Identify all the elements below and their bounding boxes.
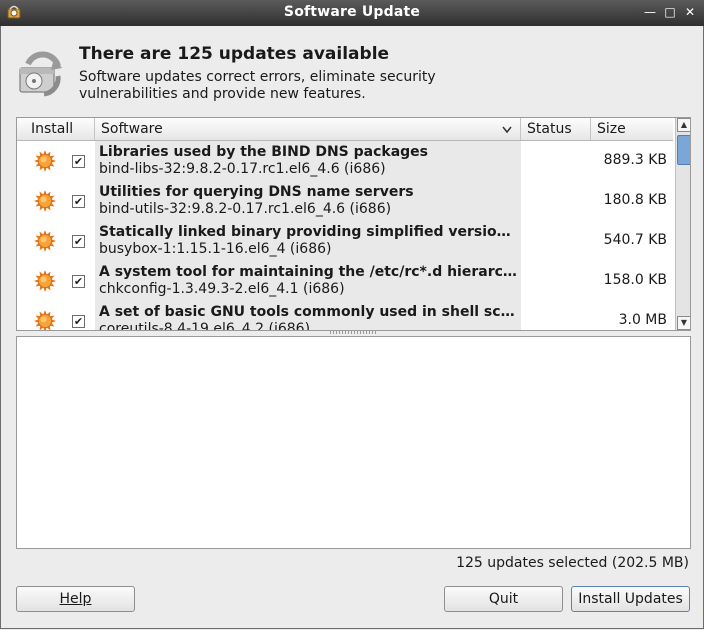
update-details-pane xyxy=(16,336,691,549)
install-checkbox[interactable]: ✔ xyxy=(72,315,85,328)
package-size: 540.7 KB xyxy=(603,232,667,248)
package-size: 158.0 KB xyxy=(603,272,667,288)
quit-button[interactable]: Quit xyxy=(444,586,563,612)
security-update-star-icon xyxy=(34,230,56,252)
column-header: Install Software Status Size xyxy=(17,118,673,141)
column-status[interactable]: Status xyxy=(521,118,591,140)
install-checkbox[interactable]: ✔ xyxy=(72,155,85,168)
software-update-icon xyxy=(19,51,62,97)
table-row[interactable]: ✔ Utilities for querying DNS name servers… xyxy=(17,181,673,221)
column-size[interactable]: Size xyxy=(591,118,673,140)
help-button[interactable]: Help xyxy=(16,586,135,612)
chevron-down-icon xyxy=(502,126,512,134)
table-row[interactable]: ✔ Statically linked binary providing simp… xyxy=(17,221,673,261)
install-checkbox[interactable]: ✔ xyxy=(72,275,85,288)
package-version: bind-libs-32:9.8.2-0.17.rc1.el6_4.6 (i68… xyxy=(99,161,386,177)
selection-summary: 125 updates selected (202.5 MB) xyxy=(456,555,689,571)
scroll-up-arrow-icon[interactable]: ▲ xyxy=(677,118,690,132)
security-update-star-icon xyxy=(34,310,56,330)
minimize-button[interactable]: — xyxy=(642,4,658,20)
scroll-down-arrow-icon[interactable]: ▼ xyxy=(677,316,690,330)
package-version: chkconfig-1.3.49.3-2.el6_4.1 (i686) xyxy=(99,281,345,297)
updates-available-heading: There are 125 updates available xyxy=(79,44,390,64)
install-checkbox[interactable]: ✔ xyxy=(72,235,85,248)
title-bar: Software Update — □ ✕ xyxy=(0,0,704,26)
package-summary: A set of basic GNU tools commonly used i… xyxy=(99,304,519,320)
quit-button-label: Quit xyxy=(488,591,519,607)
install-updates-button[interactable]: Install Updates xyxy=(571,586,690,612)
package-summary: Utilities for querying DNS name servers xyxy=(99,184,414,200)
close-button[interactable]: ✕ xyxy=(682,4,698,20)
install-checkbox[interactable]: ✔ xyxy=(72,195,85,208)
security-update-star-icon xyxy=(34,190,56,212)
package-version: busybox-1:1.15.1-16.el6_4 (i686) xyxy=(99,241,332,257)
package-size: 889.3 KB xyxy=(603,152,667,168)
update-rows: ✔ Libraries used by the BIND DNS packages… xyxy=(17,141,673,330)
table-row[interactable]: ✔ A set of basic GNU tools commonly used … xyxy=(17,301,673,330)
package-version: bind-utils-32:9.8.2-0.17.rc1.el6_4.6 (i6… xyxy=(99,201,392,217)
package-summary: Statically linked binary providing simpl… xyxy=(99,224,519,240)
column-software-label: Software xyxy=(101,121,163,137)
help-button-label: Help xyxy=(59,591,92,607)
package-size: 180.8 KB xyxy=(603,192,667,208)
install-updates-button-label: Install Updates xyxy=(578,591,683,607)
update-list[interactable]: Install Software Status Size ✔ Libraries … xyxy=(16,117,691,331)
window-title: Software Update xyxy=(283,4,421,20)
column-software[interactable]: Software xyxy=(95,118,521,140)
package-size: 3.0 MB xyxy=(618,312,667,328)
package-version: coreutils-8.4-19.el6_4.2 (i686) xyxy=(99,321,311,330)
table-row[interactable]: ✔ A system tool for maintaining the /etc/… xyxy=(17,261,673,301)
package-summary: A system tool for maintaining the /etc/r… xyxy=(99,264,519,280)
table-row[interactable]: ✔ Libraries used by the BIND DNS packages… xyxy=(17,141,673,181)
maximize-button[interactable]: □ xyxy=(662,4,678,20)
column-install[interactable]: Install xyxy=(25,118,95,140)
package-summary: Libraries used by the BIND DNS packages xyxy=(99,144,428,160)
updates-description: Software updates correct errors, elimina… xyxy=(79,69,436,102)
security-update-star-icon xyxy=(34,270,56,292)
scroll-thumb[interactable] xyxy=(677,135,690,165)
list-scrollbar[interactable]: ▲ ▼ xyxy=(675,118,690,330)
security-update-star-icon xyxy=(34,150,56,172)
pane-resize-grip[interactable] xyxy=(330,330,376,334)
